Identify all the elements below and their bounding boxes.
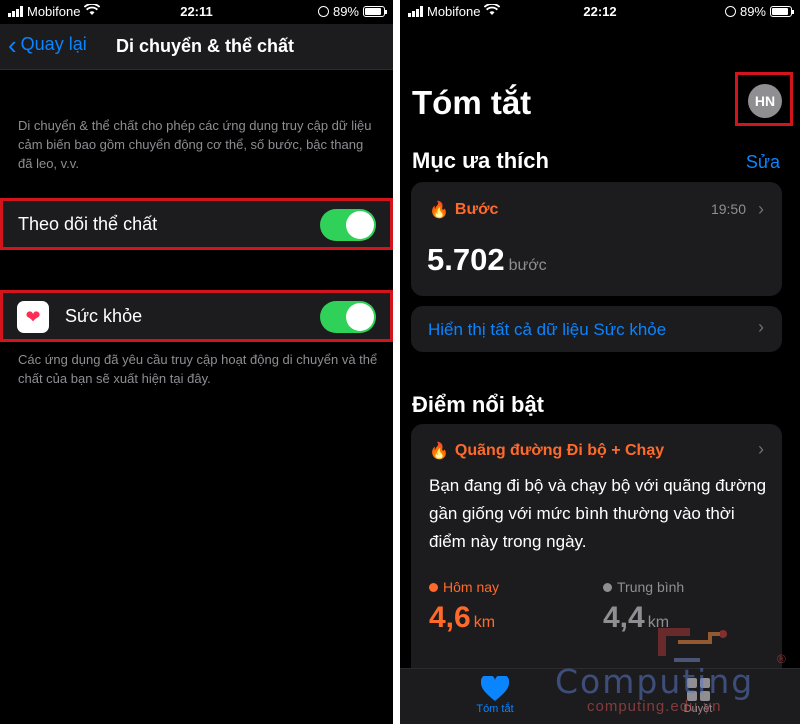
divider <box>393 0 400 724</box>
tab-bar: Tóm tắt Duyệt <box>400 668 800 724</box>
right-screen: Mobifone 22:12 89% Tóm tắt HN Mục ưa thí… <box>400 0 800 724</box>
orientation-lock-icon <box>724 6 736 17</box>
apps-footer-note: Các ứng dụng đã yêu cầu truy cập hoạt độ… <box>18 352 378 386</box>
status-bar: Mobifone 22:11 89% <box>0 0 393 24</box>
edit-button[interactable]: Sửa <box>746 152 780 173</box>
highlight-card-header: 🔥 Quãng đường Đi bộ + Chạy <box>429 441 664 461</box>
page-title: Di chuyển & thể chất <box>116 36 295 56</box>
today-dot <box>429 582 438 592</box>
steps-card-header: 🔥 Bước <box>429 200 498 220</box>
avatar[interactable]: HN <box>748 84 782 118</box>
steps-unit: bước <box>508 257 547 274</box>
battery-icon <box>363 6 387 17</box>
steps-time: 19:50 <box>710 201 746 217</box>
highlight-card[interactable]: 🔥 Quãng đường Đi bộ + Chạy › Bạn đang đi… <box>411 424 782 684</box>
steps-value-group: 5.702 bước <box>427 242 547 278</box>
page-title: Tóm tắt <box>412 84 532 121</box>
tab-browse[interactable]: Duyệt <box>658 675 738 715</box>
highlight-text: Bạn đang đi bộ và chạy bộ với quãng đườn… <box>429 476 767 551</box>
favorites-title: Mục ưa thích <box>412 148 549 173</box>
today-value: 4,6 <box>429 601 471 634</box>
today-label-group: Hôm nay <box>429 579 499 595</box>
tab-summary-label: Tóm tắt <box>476 703 514 715</box>
average-value-group: 4,4 km <box>603 601 684 635</box>
tab-browse-label: Duyệt <box>683 703 713 715</box>
toggle-knob <box>346 211 374 239</box>
flame-icon: 🔥 <box>429 443 449 460</box>
status-bar: Mobifone 22:12 89% <box>400 0 800 24</box>
battery-group: 89% <box>317 4 387 19</box>
chevron-right-icon: › <box>758 439 764 459</box>
tab-summary[interactable]: Tóm tắt <box>455 675 535 715</box>
heart-icon <box>455 675 535 703</box>
chevron-right-icon: › <box>758 199 764 219</box>
chevron-right-icon: › <box>758 317 764 337</box>
orientation-lock-icon <box>317 6 329 17</box>
average-label: Trung bình <box>617 579 685 595</box>
battery-percent: 89% <box>332 4 359 19</box>
average-dot <box>603 582 612 592</box>
battery-group: 89% <box>724 4 794 19</box>
show-all-label: Hiển thị tất cả dữ liệu Sức khỏe <box>428 320 667 339</box>
navigation-bar: ‹ Quay lại Di chuyển & thể chất <box>0 24 393 70</box>
average-value: 4,4 <box>603 601 645 634</box>
today-unit: km <box>473 614 496 631</box>
motion-description: Di chuyển & thể chất cho phép các ứng dụ… <box>18 118 372 171</box>
toggle-knob <box>346 303 374 331</box>
fitness-tracking-label: Theo dõi thể chất <box>18 214 158 234</box>
today-metric: Hôm nay 4,6 km <box>429 579 499 635</box>
fitness-tracking-toggle[interactable] <box>320 209 376 241</box>
health-app-label: Sức khỏe <box>65 306 143 326</box>
back-label: Quay lại <box>20 34 87 54</box>
chevron-left-icon: ‹ <box>8 29 17 60</box>
average-metric: Trung bình 4,4 km <box>603 579 684 635</box>
fitness-tracking-row: Theo dõi thể chất <box>0 198 393 250</box>
today-value-group: 4,6 km <box>429 601 499 635</box>
heart-icon: ❤ <box>17 301 49 333</box>
steps-label: Bước <box>454 201 499 218</box>
show-all-health-data-row[interactable]: Hiển thị tất cả dữ liệu Sức khỏe › <box>411 306 782 352</box>
steps-value: 5.702 <box>427 242 505 277</box>
health-app-toggle[interactable] <box>320 301 376 333</box>
grid-icon <box>658 675 738 703</box>
highlights-title: Điểm nổi bật <box>412 392 545 417</box>
flame-icon: 🔥 <box>429 202 449 219</box>
steps-card[interactable]: 🔥 Bước 19:50 › 5.702 bước <box>411 182 782 296</box>
left-screen: Mobifone 22:11 89% ‹ Quay lại Di chuyển … <box>0 0 393 724</box>
back-button[interactable]: ‹ Quay lại <box>8 29 87 60</box>
today-label: Hôm nay <box>443 579 500 595</box>
avatar-highlight: HN <box>735 72 793 126</box>
battery-percent: 89% <box>739 4 766 19</box>
average-unit: km <box>647 614 670 631</box>
health-app-row: ❤ Sức khỏe <box>0 290 393 342</box>
highlight-label: Quãng đường Đi bộ + Chạy <box>454 442 665 459</box>
average-label-group: Trung bình <box>603 579 684 595</box>
battery-icon <box>770 6 794 17</box>
